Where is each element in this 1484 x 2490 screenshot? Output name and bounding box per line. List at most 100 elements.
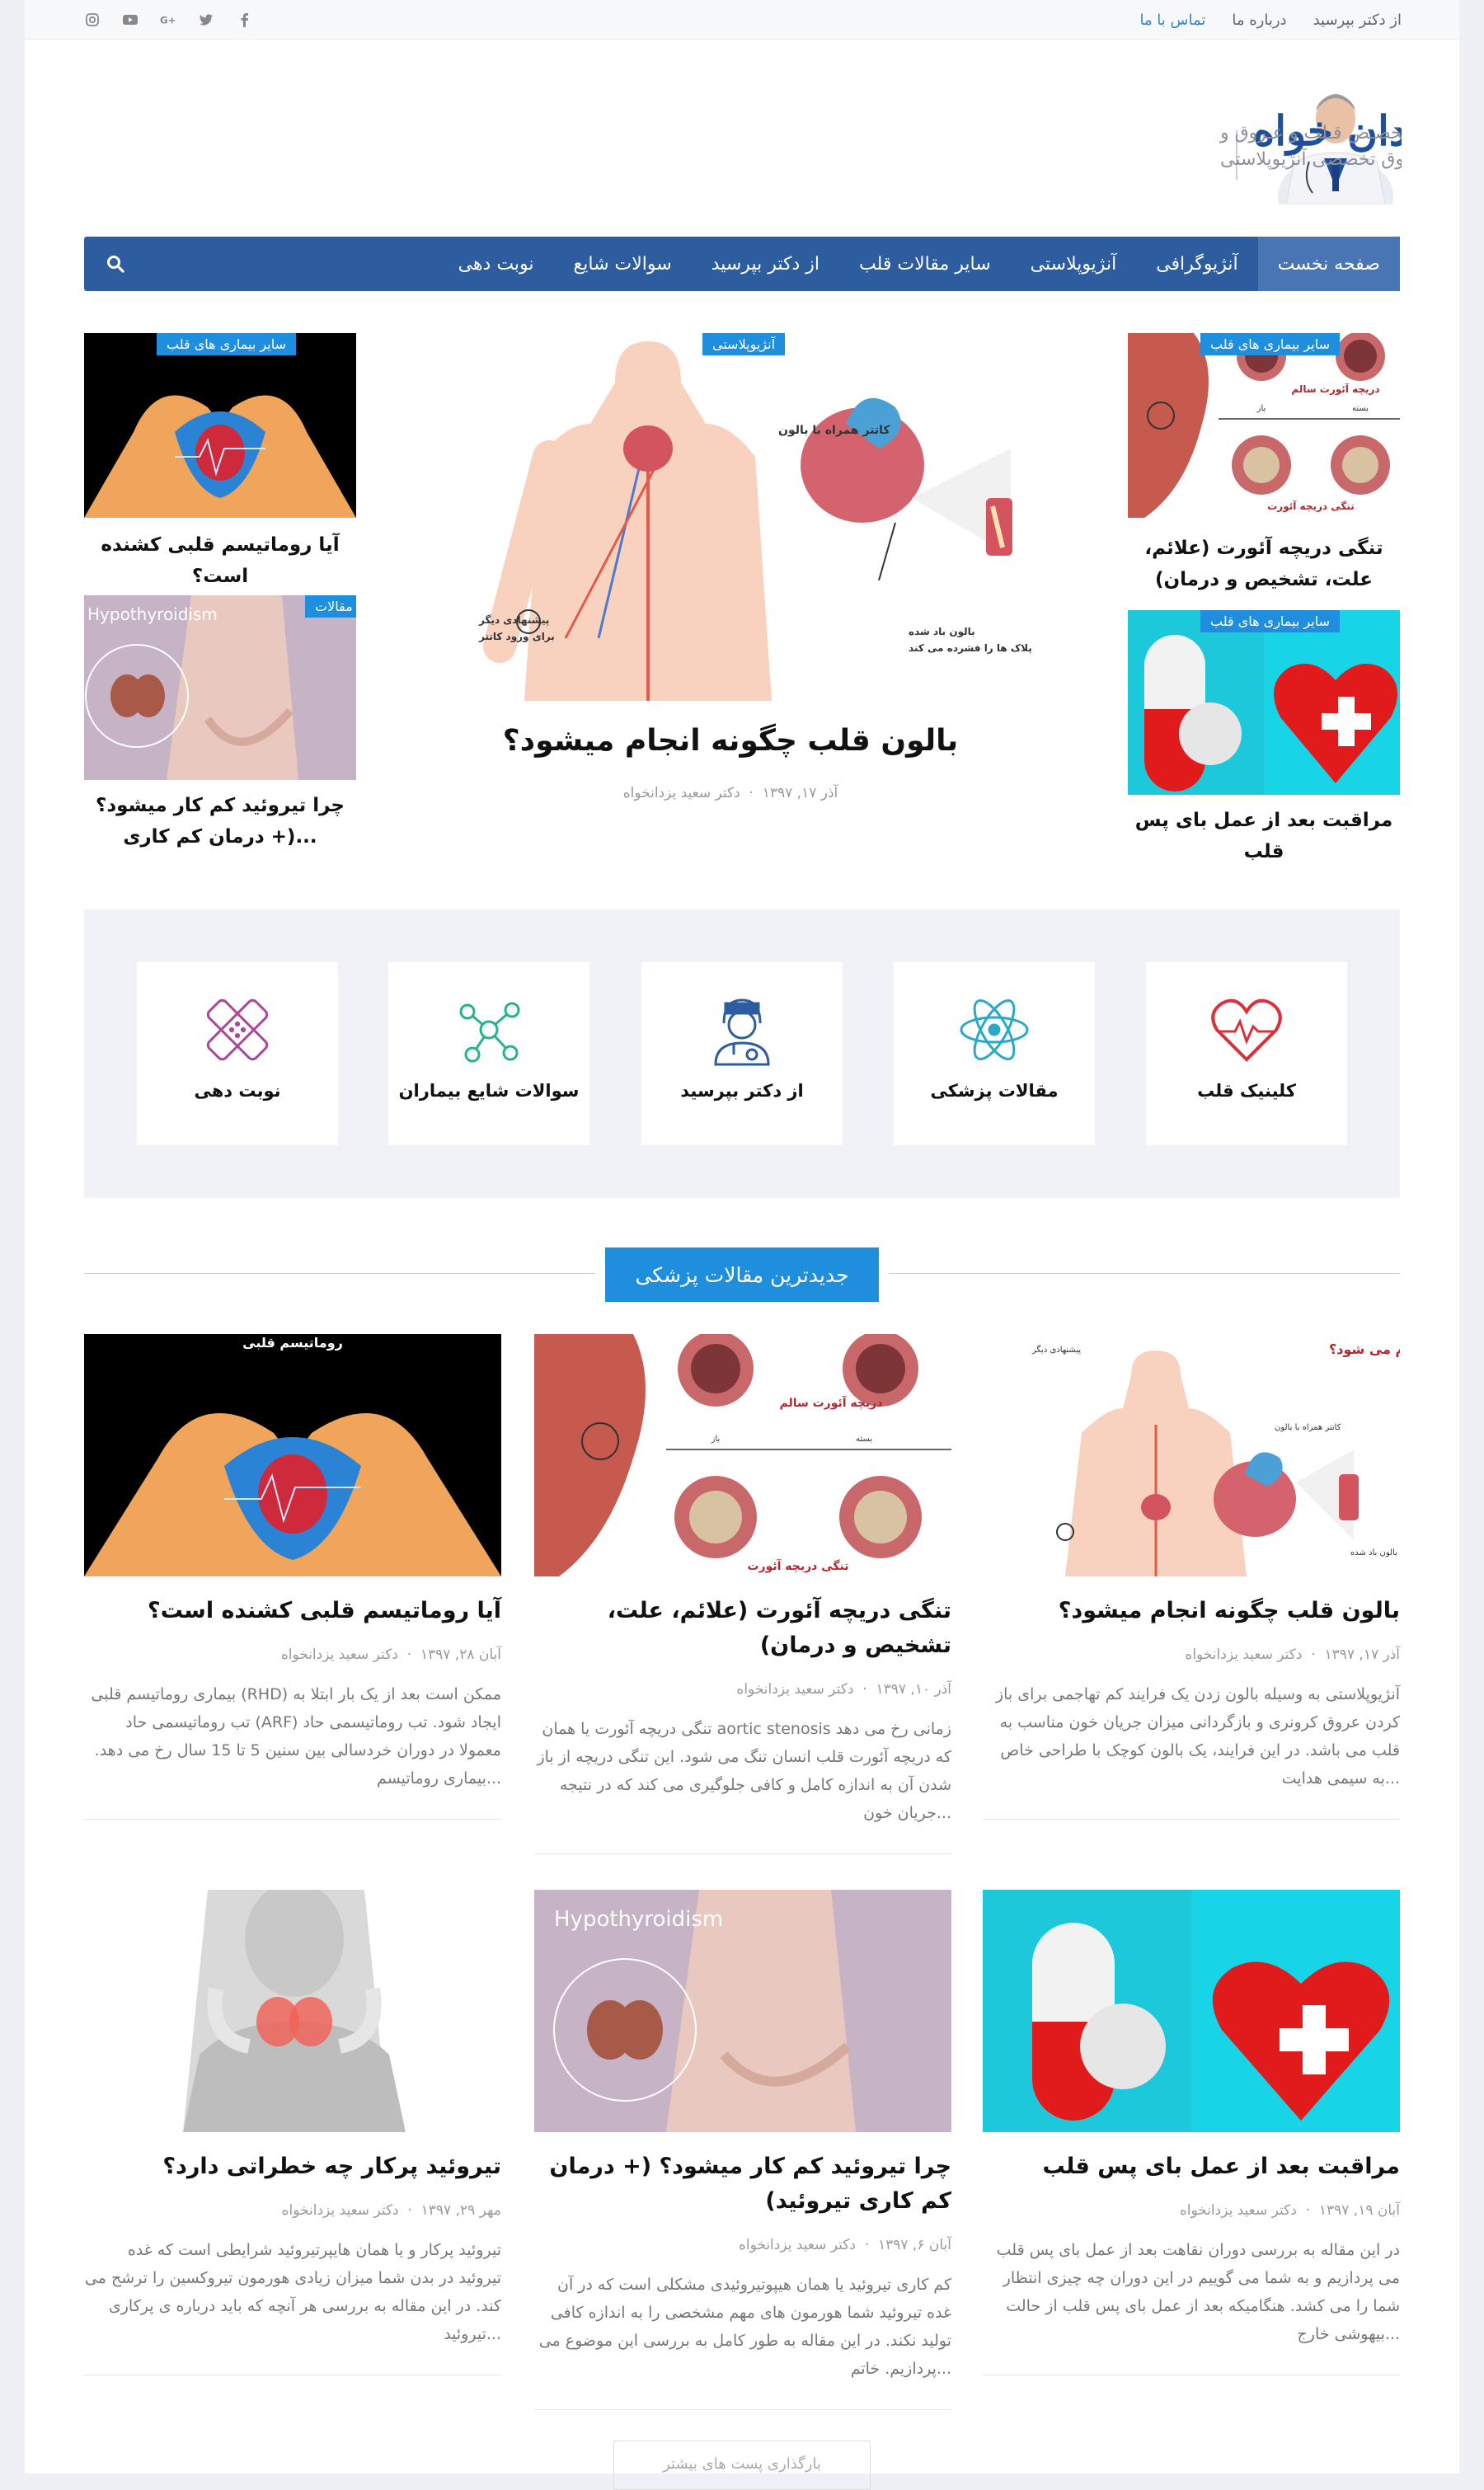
meta-author[interactable]: دکتر سعید یزدانخواه xyxy=(281,1647,398,1663)
featured-right-image-1[interactable]: دریچه آئورت سالم باز بسته تنگی دریچه آئو… xyxy=(1128,333,1400,518)
meta-date: آبان ۲۸, ۱۳۹۷ xyxy=(420,1647,501,1663)
nav-item-ask-doctor[interactable]: از دکتر بپرسید xyxy=(692,237,839,291)
service-label: مقالات پزشکی xyxy=(930,1081,1059,1101)
category-tag[interactable]: سایر بیماری های قلب xyxy=(1200,333,1340,355)
meta-author[interactable]: دکتر سعید یزدانخواه xyxy=(623,785,740,801)
article-image[interactable] xyxy=(84,1890,501,2132)
featured-main-title[interactable]: بالون قلب چگونه انجام میشود؟ xyxy=(425,724,1036,758)
image-title: Hypothyroidism xyxy=(554,1907,723,1932)
service-card-appointment[interactable]: نوبت دهی xyxy=(137,962,338,1145)
image-label: دریچه آئورت سالم xyxy=(779,1395,882,1410)
article-excerpt: آنژیوپلاستی به وسیله بالون زدن یک فرایند… xyxy=(995,1685,1400,1788)
doctor-portrait: دکتر سعید یزدان خواه فــوق تخصـص قـلب و … xyxy=(1219,94,1484,237)
meta-author[interactable]: دکتر سعید یزدانخواه xyxy=(282,2202,399,2219)
article-title[interactable]: تنگی دریچه آئورت (علائم، علت، تشخیص و در… xyxy=(534,1594,951,1663)
article-image[interactable]: دریچه آئورت سالم باز بسته تنگی دریچه آئو… xyxy=(534,1334,951,1576)
page: از دکتر بپرسید درباره ما تماس با ما G+ د… xyxy=(25,0,1484,2490)
image-label: پیشنهادی دیگر xyxy=(1031,1345,1081,1355)
article-excerpt: بیماری روماتیسم قلبی (RHD) ممکن است بعد … xyxy=(91,1685,501,1788)
section-divider xyxy=(84,1273,595,1274)
featured-left-image-1[interactable]: سایر بیماری های قلب xyxy=(84,333,356,518)
article-meta: آبان ۲۸, ۱۳۹۷ · دکتر سعید یزدانخواه xyxy=(280,1647,501,1663)
service-card-ask-doctor[interactable]: از دکتر بپرسید xyxy=(641,962,843,1145)
twitter-icon[interactable] xyxy=(198,12,214,28)
instagram-icon[interactable] xyxy=(84,12,101,28)
nav-item-heart-articles[interactable]: سایر مقالات قلب xyxy=(839,237,1011,291)
image-label: باز xyxy=(1256,404,1266,413)
featured-main-image[interactable]: کاتتر همراه با بالون بالون باد شده پلاک … xyxy=(401,333,1082,701)
article-image[interactable]: Hypothyroidism xyxy=(534,1890,951,2132)
nav-item-appointment[interactable]: نوبت دهی xyxy=(439,237,554,291)
top-link-ask[interactable]: از دکتر بپرسید xyxy=(1313,12,1402,29)
featured-right-image-2[interactable]: سایر بیماری های قلب xyxy=(1128,610,1400,795)
top-bar: از دکتر بپرسید درباره ما تماس با ما G+ xyxy=(25,0,1459,40)
featured-main-label: پلاک ها را فشرده می کند xyxy=(909,642,1032,654)
site-logo[interactable]: دکتر سعید یزدان خواه فــوق تخصـص قـلب و … xyxy=(775,73,1484,237)
category-tag[interactable]: سایر بیماری های قلب xyxy=(157,333,296,355)
article-image[interactable]: روماتیسم قلبی xyxy=(84,1334,501,1576)
article-meta: مهر ۲۹, ۱۳۹۷ · دکتر سعید یزدانخواه xyxy=(281,2202,501,2219)
image-label: دریچه آئورت سالم xyxy=(1291,383,1379,396)
article-title[interactable]: مراقبت بعد از عمل بای پس قلب xyxy=(983,2149,1400,2184)
image-label: بسته xyxy=(1352,404,1369,413)
featured-main-label: پیشنهادی دیگر xyxy=(478,614,549,626)
featured-right-title-1[interactable]: تنگی دریچه آئورت (علائم، علت، تشخیص و در… xyxy=(1128,533,1400,595)
svg-text:G+: G+ xyxy=(160,15,176,26)
nav-item-faq[interactable]: سوالات شایع xyxy=(554,237,692,291)
article-title[interactable]: تیروئید پرکار چه خطراتی دارد؟ xyxy=(84,2149,501,2184)
article-excerpt: تنگی دریچه آئورت یا همان aortic stenosis… xyxy=(537,1720,951,1822)
top-link-contact[interactable]: تماس با ما xyxy=(1139,12,1205,29)
section-divider xyxy=(889,1273,1400,1274)
image-label: کاتتر همراه با بالون xyxy=(1275,1423,1341,1432)
site-header: دکتر سعید یزدان خواه فــوق تخصـص قـلب و … xyxy=(25,40,1484,237)
meta-date: مهر ۲۹, ۱۳۹۷ xyxy=(420,2202,501,2219)
featured-right-title-2[interactable]: مراقبت بعد از عمل بای پس قلب xyxy=(1128,805,1400,867)
meta-author[interactable]: دکتر سعید یزدانخواه xyxy=(1180,2202,1297,2219)
meta-author[interactable]: دکتر سعید یزدانخواه xyxy=(736,1681,853,1698)
article-excerpt: در این مقاله به بررسی دوران نقاهت بعد از… xyxy=(996,2241,1400,2343)
molecule-icon xyxy=(448,989,530,1071)
top-links: از دکتر بپرسید درباره ما تماس با ما xyxy=(1139,0,1402,40)
service-label: سوالات شایع بیماران xyxy=(398,1081,580,1101)
service-card-articles[interactable]: مقالات پزشکی xyxy=(894,962,1095,1145)
nav-item-home[interactable]: صفحه نخست xyxy=(1257,237,1400,291)
service-card-heart-clinic[interactable]: کلینیک قلب xyxy=(1146,962,1347,1145)
category-tag[interactable]: مقالات xyxy=(305,595,356,618)
article-divider xyxy=(534,2409,951,2410)
article-divider xyxy=(84,1819,501,1820)
featured-left-image-2[interactable]: Hypothyroidism مقالات xyxy=(84,595,356,780)
category-tag[interactable]: آنژیوپلاستی xyxy=(702,333,786,355)
meta-author[interactable]: دکتر سعید یزدانخواه xyxy=(739,2237,856,2253)
featured-left-title-2[interactable]: چرا تیروئید کم کار میشود؟ (+ درمان کم کا… xyxy=(84,790,356,853)
article-title[interactable]: آیا روماتیسم قلبی کشنده است؟ xyxy=(84,1594,501,1628)
image-label: تنگی دریچه آئورت xyxy=(1267,500,1355,513)
article-image[interactable] xyxy=(983,1890,1400,2132)
load-more-button[interactable]: بارگذاری پست های بیشتر xyxy=(613,2441,871,2490)
facebook-icon[interactable] xyxy=(236,12,252,28)
category-tag[interactable]: سایر بیماری های قلب xyxy=(1200,610,1340,632)
heart-pulse-icon xyxy=(1205,989,1288,1071)
article-meta: آذر ۱۷, ۱۳۹۷ · دکتر سعید یزدانخواه xyxy=(1185,1647,1400,1663)
image-title: روماتیسم قلبی xyxy=(242,1335,343,1351)
youtube-icon[interactable] xyxy=(122,12,139,28)
featured-left-title-1[interactable]: آیا روماتیسم قلبی کشنده است؟ xyxy=(84,529,356,592)
meta-date: آذر ۱۷, ۱۳۹۷ xyxy=(1324,1647,1400,1663)
image-label: باز xyxy=(711,1435,721,1444)
atom-icon xyxy=(953,989,1036,1071)
search-icon[interactable] xyxy=(106,254,125,274)
article-title[interactable]: چرا تیروئید کم کار میشود؟ (+ درمان کم کا… xyxy=(534,2149,951,2219)
nav-item-angioplasty[interactable]: آنژیوپلاستی xyxy=(1011,237,1137,291)
meta-date: آذر ۱۰, ۱۳۹۷ xyxy=(876,1681,951,1698)
article-image[interactable]: بالون زدن قلب چگونه انجام می شود؟ پیشنها… xyxy=(983,1334,1400,1576)
top-link-about[interactable]: درباره ما xyxy=(1232,12,1286,29)
service-card-faq[interactable]: سوالات شایع بیماران xyxy=(388,962,589,1145)
service-label: از دکتر بپرسید xyxy=(680,1081,804,1101)
services-section: نوبت دهی سوالات شایع بیماران از دکتر بپر… xyxy=(84,909,1400,1198)
meta-author[interactable]: دکتر سعید یزدانخواه xyxy=(1185,1647,1302,1663)
article-title[interactable]: بالون قلب چگونه انجام میشود؟ xyxy=(983,1594,1400,1628)
meta-date: آذر ۱۷, ۱۳۹۷ xyxy=(762,785,838,801)
image-label: بالون باد شده xyxy=(1350,1548,1397,1557)
image-title: بالون زدن قلب چگونه انجام می شود؟ xyxy=(1329,1341,1400,1358)
google-plus-icon[interactable]: G+ xyxy=(160,12,176,28)
nav-item-angiography[interactable]: آنژیوگرافی xyxy=(1136,237,1257,291)
